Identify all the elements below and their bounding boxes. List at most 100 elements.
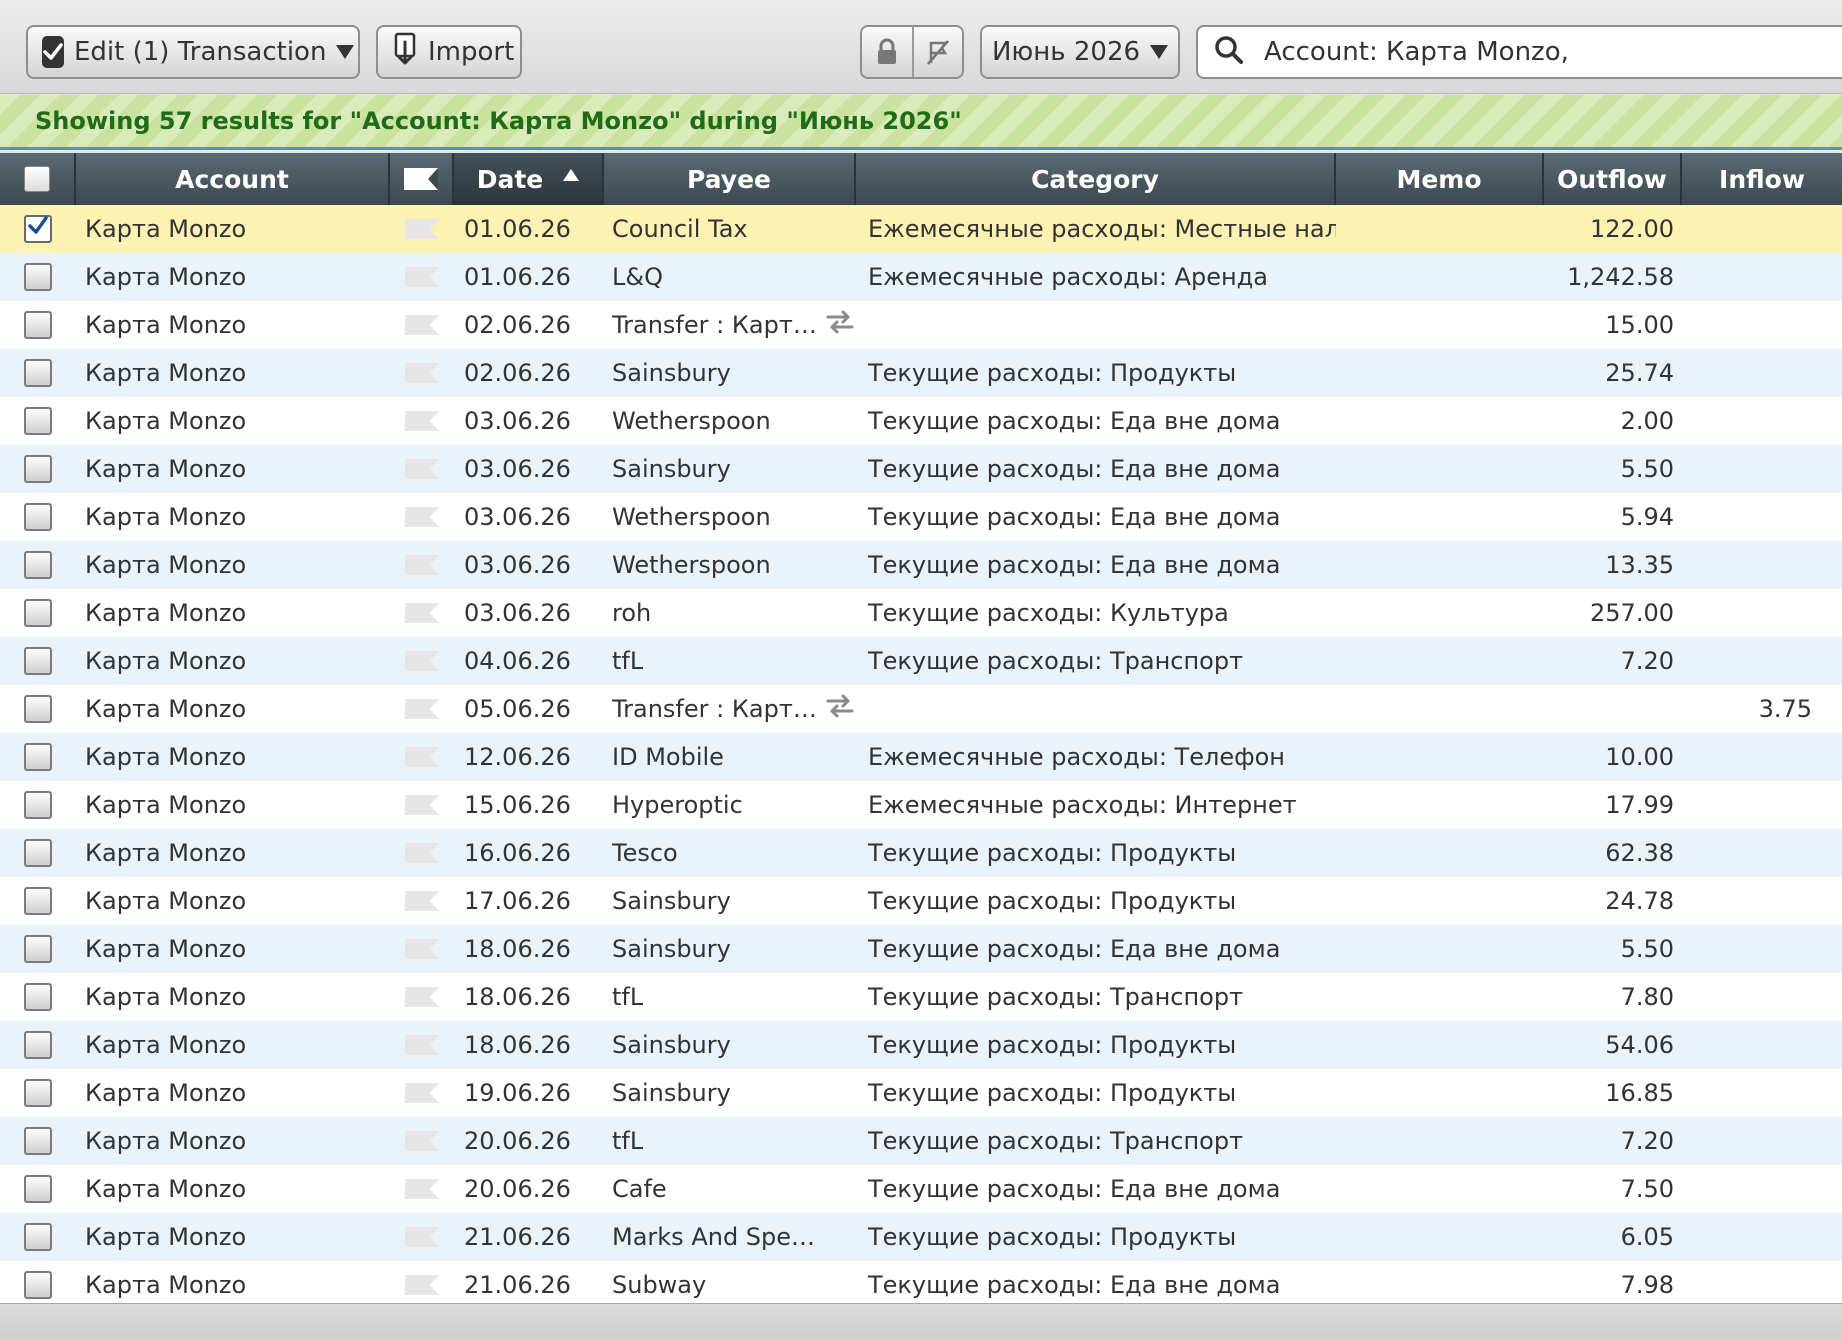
outflow-cell[interactable]: 6.05	[1544, 1213, 1682, 1261]
select-all-header[interactable]	[0, 153, 76, 205]
payee-cell[interactable]: Sainsbury	[604, 1069, 856, 1117]
date-cell[interactable]: 21.06.26	[454, 1261, 604, 1303]
flag-cell[interactable]	[390, 1165, 454, 1213]
outflow-cell[interactable]: 16.85	[1544, 1069, 1682, 1117]
inflow-cell[interactable]	[1682, 253, 1842, 301]
category-cell[interactable]: Текущие расходы: Еда вне дома	[856, 925, 1336, 973]
table-row[interactable]: Карта Monzo 03.06.26 roh Текущие расходы: К…	[0, 589, 1842, 637]
account-cell[interactable]: Карта Monzo	[76, 1261, 390, 1303]
date-cell[interactable]: 03.06.26	[454, 589, 604, 637]
memo-cell[interactable]	[1336, 541, 1544, 589]
memo-cell[interactable]	[1336, 301, 1544, 349]
outflow-cell[interactable]: 17.99	[1544, 781, 1682, 829]
outflow-cell[interactable]: 5.94	[1544, 493, 1682, 541]
column-header-flag[interactable]	[390, 153, 454, 205]
payee-cell[interactable]: ID Mobile	[604, 733, 856, 781]
table-row[interactable]: Карта Monzo 18.06.26 Sainsbury Текущие расх…	[0, 1021, 1842, 1069]
category-cell[interactable]	[856, 301, 1336, 349]
memo-cell[interactable]	[1336, 877, 1544, 925]
category-cell[interactable]: Текущие расходы: Еда вне дома	[856, 397, 1336, 445]
outflow-cell[interactable]: 62.38	[1544, 829, 1682, 877]
category-cell[interactable]: Текущие расходы: Еда вне дома	[856, 1165, 1336, 1213]
table-row[interactable]: Карта Monzo 16.06.26 Tesco Текущие расходы:…	[0, 829, 1842, 877]
edit-transaction-button[interactable]: Edit (1) Transaction	[26, 25, 360, 79]
payee-cell[interactable]: Wetherspoon	[604, 493, 856, 541]
memo-cell[interactable]	[1336, 1213, 1544, 1261]
account-cell[interactable]: Карта Monzo	[76, 301, 390, 349]
account-cell[interactable]: Карта Monzo	[76, 877, 390, 925]
category-cell[interactable]: Текущие расходы: Продукты	[856, 877, 1336, 925]
date-cell[interactable]: 18.06.26	[454, 925, 604, 973]
row-checkbox[interactable]	[24, 599, 52, 627]
memo-cell[interactable]	[1336, 637, 1544, 685]
inflow-cell[interactable]	[1682, 493, 1842, 541]
memo-cell[interactable]	[1336, 925, 1544, 973]
payee-cell[interactable]: Cafe	[604, 1165, 856, 1213]
category-cell[interactable]: Текущие расходы: Еда вне дома	[856, 445, 1336, 493]
column-header-account[interactable]: Account	[76, 153, 390, 205]
account-cell[interactable]: Карта Monzo	[76, 1117, 390, 1165]
outflow-cell[interactable]: 2.00	[1544, 397, 1682, 445]
account-cell[interactable]: Карта Monzo	[76, 637, 390, 685]
account-cell[interactable]: Карта Monzo	[76, 925, 390, 973]
flag-icon[interactable]	[405, 891, 439, 911]
memo-cell[interactable]	[1336, 253, 1544, 301]
column-header-memo[interactable]: Memo	[1336, 153, 1544, 205]
category-cell[interactable]: Ежемесячные расходы: Телефон	[856, 733, 1336, 781]
flag-icon[interactable]	[405, 267, 439, 287]
account-cell[interactable]: Карта Monzo	[76, 397, 390, 445]
table-row[interactable]: Карта Monzo 01.06.26 Council Tax Ежемесячны…	[0, 205, 1842, 253]
table-row[interactable]: Карта Monzo 03.06.26 Wetherspoon Текущие ра…	[0, 397, 1842, 445]
flag-cell[interactable]	[390, 541, 454, 589]
outflow-cell[interactable]: 10.00	[1544, 733, 1682, 781]
category-cell[interactable]: Ежемесячные расходы: Местные налоги	[856, 205, 1336, 253]
outflow-cell[interactable]: 7.20	[1544, 1117, 1682, 1165]
inflow-cell[interactable]	[1682, 349, 1842, 397]
flag-cell[interactable]	[390, 685, 454, 733]
outflow-cell[interactable]	[1544, 685, 1682, 733]
memo-cell[interactable]	[1336, 589, 1544, 637]
flag-cell[interactable]	[390, 781, 454, 829]
date-cell[interactable]: 03.06.26	[454, 397, 604, 445]
payee-cell[interactable]: Wetherspoon	[604, 397, 856, 445]
date-cell[interactable]: 12.06.26	[454, 733, 604, 781]
payee-cell[interactable]: Sainsbury	[604, 1021, 856, 1069]
outflow-cell[interactable]: 5.50	[1544, 925, 1682, 973]
row-checkbox[interactable]	[24, 455, 52, 483]
flag-cell[interactable]	[390, 445, 454, 493]
flag-cell[interactable]	[390, 589, 454, 637]
category-cell[interactable]: Текущие расходы: Продукты	[856, 829, 1336, 877]
table-row[interactable]: Карта Monzo 18.06.26 tfL Текущие расходы: Т…	[0, 973, 1842, 1021]
date-cell[interactable]: 19.06.26	[454, 1069, 604, 1117]
payee-cell[interactable]: Hyperoptic	[604, 781, 856, 829]
table-row[interactable]: Карта Monzo 03.06.26 Wetherspoon Текущие ра…	[0, 493, 1842, 541]
outflow-cell[interactable]: 7.20	[1544, 637, 1682, 685]
payee-cell[interactable]: Subway	[604, 1261, 856, 1303]
flag-icon[interactable]	[405, 651, 439, 671]
table-row[interactable]: Карта Monzo 20.06.26 tfL Текущие расходы: Т…	[0, 1117, 1842, 1165]
table-row[interactable]: Карта Monzo 03.06.26 Sainsbury Текущие расх…	[0, 445, 1842, 493]
row-checkbox[interactable]	[24, 311, 52, 339]
table-row[interactable]: Карта Monzo 03.06.26 Wetherspoon Текущие ра…	[0, 541, 1842, 589]
inflow-cell[interactable]	[1682, 877, 1842, 925]
inflow-cell[interactable]: 3.75	[1682, 685, 1842, 733]
account-cell[interactable]: Карта Monzo	[76, 1165, 390, 1213]
memo-cell[interactable]	[1336, 397, 1544, 445]
flag-icon[interactable]	[405, 315, 439, 335]
flag-icon[interactable]	[405, 1179, 439, 1199]
inflow-cell[interactable]	[1682, 445, 1842, 493]
category-cell[interactable]: Текущие расходы: Транспорт	[856, 973, 1336, 1021]
payee-cell[interactable]: roh	[604, 589, 856, 637]
flag-cell[interactable]	[390, 1117, 454, 1165]
flag-cell[interactable]	[390, 829, 454, 877]
inflow-cell[interactable]	[1682, 781, 1842, 829]
inflow-cell[interactable]	[1682, 589, 1842, 637]
account-cell[interactable]: Карта Monzo	[76, 349, 390, 397]
memo-cell[interactable]	[1336, 973, 1544, 1021]
memo-cell[interactable]	[1336, 1069, 1544, 1117]
table-row[interactable]: Карта Monzo 19.06.26 Sainsbury Текущие расх…	[0, 1069, 1842, 1117]
date-cell[interactable]: 02.06.26	[454, 349, 604, 397]
account-cell[interactable]: Карта Monzo	[76, 733, 390, 781]
flag-cell[interactable]	[390, 733, 454, 781]
category-cell[interactable]: Текущие расходы: Транспорт	[856, 637, 1336, 685]
